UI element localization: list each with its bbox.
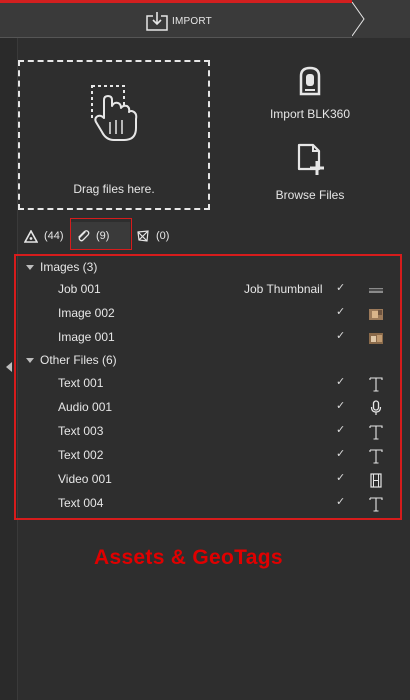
include-checkbox[interactable]: ✓ xyxy=(336,447,345,460)
include-checkbox[interactable]: ✓ xyxy=(336,495,345,508)
tab-links[interactable]: (0) xyxy=(130,222,180,250)
image-thumbnail-icon xyxy=(368,330,384,346)
list-item[interactable]: Text 004 ✓ xyxy=(18,492,398,516)
tab-links-count: (0) xyxy=(156,230,170,242)
tab-geotags[interactable]: (44) xyxy=(18,222,70,250)
asset-name: Text 003 xyxy=(58,424,104,438)
list-item[interactable]: Image 001 ✓ xyxy=(18,326,398,350)
file-plus-icon xyxy=(297,143,324,175)
list-item[interactable]: Job 001 Job Thumbnail ✓ xyxy=(18,278,398,302)
include-checkbox[interactable]: ✓ xyxy=(336,281,345,294)
import-panel: Drag files here. Import BLK360 Browse Fi… xyxy=(0,38,410,700)
asset-name: Video 001 xyxy=(58,472,112,486)
import-tab[interactable]: IMPORT xyxy=(0,3,352,38)
asset-name: Text 004 xyxy=(58,496,104,510)
geotag-triangle-icon xyxy=(24,229,38,243)
asset-name: Text 001 xyxy=(58,376,104,390)
include-checkbox[interactable]: ✓ xyxy=(336,423,345,436)
asset-name: Text 002 xyxy=(58,448,104,462)
browse-files-button[interactable]: Browse Files xyxy=(240,143,380,202)
image-thumbnail-icon xyxy=(368,306,384,322)
blk360-device-icon xyxy=(299,66,321,96)
microphone-icon xyxy=(368,400,384,416)
include-checkbox[interactable]: ✓ xyxy=(336,471,345,484)
collapse-arrow-icon[interactable] xyxy=(6,362,12,372)
annotation-caption: Assets & GeoTags xyxy=(94,546,283,569)
text-T-icon xyxy=(368,448,384,464)
asset-name: Audio 001 xyxy=(58,400,113,414)
job-thumbnail-icon xyxy=(368,282,384,298)
film-icon xyxy=(368,472,384,488)
import-blk360-label: Import BLK360 xyxy=(269,107,351,121)
include-checkbox[interactable]: ✓ xyxy=(336,305,345,318)
list-item[interactable]: Audio 001 ✓ xyxy=(18,396,398,420)
asset-name: Image 001 xyxy=(58,330,115,344)
include-checkbox[interactable]: ✓ xyxy=(336,375,345,388)
group-other-files[interactable]: Other Files (6) xyxy=(18,349,398,373)
text-T-icon xyxy=(368,424,384,440)
include-checkbox[interactable]: ✓ xyxy=(336,329,345,342)
list-item[interactable]: Text 003 ✓ xyxy=(18,420,398,444)
text-T-icon xyxy=(368,496,384,512)
list-item[interactable]: Image 002 ✓ xyxy=(18,302,398,326)
list-item[interactable]: Text 002 ✓ xyxy=(18,444,398,468)
import-icon xyxy=(146,12,168,31)
active-tab-indicator xyxy=(0,0,352,3)
job-thumbnail-label: Job Thumbnail xyxy=(244,282,323,296)
drop-zone[interactable]: Drag files here. xyxy=(18,60,210,210)
browse-files-label: Browse Files xyxy=(275,188,345,202)
text-T-icon xyxy=(368,376,384,392)
hand-drop-icon xyxy=(91,85,138,141)
next-step-arrow-icon[interactable] xyxy=(352,0,410,38)
import-blk360-button[interactable]: Import BLK360 xyxy=(240,66,380,121)
include-checkbox[interactable]: ✓ xyxy=(336,399,345,412)
top-header: IMPORT xyxy=(0,0,410,38)
asset-name: Job 001 xyxy=(58,282,101,296)
asset-name: Image 002 xyxy=(58,306,115,320)
import-title: IMPORT xyxy=(172,15,212,27)
tab-geotags-count: (44) xyxy=(44,230,64,242)
group-label: Images (3) xyxy=(40,260,98,274)
list-item[interactable]: Text 001 ✓ xyxy=(18,372,398,396)
group-label: Other Files (6) xyxy=(40,353,117,367)
group-images[interactable]: Images (3) xyxy=(18,256,398,280)
expand-caret-icon[interactable] xyxy=(26,265,34,270)
share-network-icon xyxy=(137,230,149,242)
expand-caret-icon[interactable] xyxy=(26,358,34,363)
drop-zone-label: Drag files here. xyxy=(73,182,155,196)
selected-tab-highlight xyxy=(70,218,132,250)
list-item[interactable]: Video 001 ✓ xyxy=(18,468,398,492)
asset-tabbar: (44) (9) (0) xyxy=(18,218,410,250)
